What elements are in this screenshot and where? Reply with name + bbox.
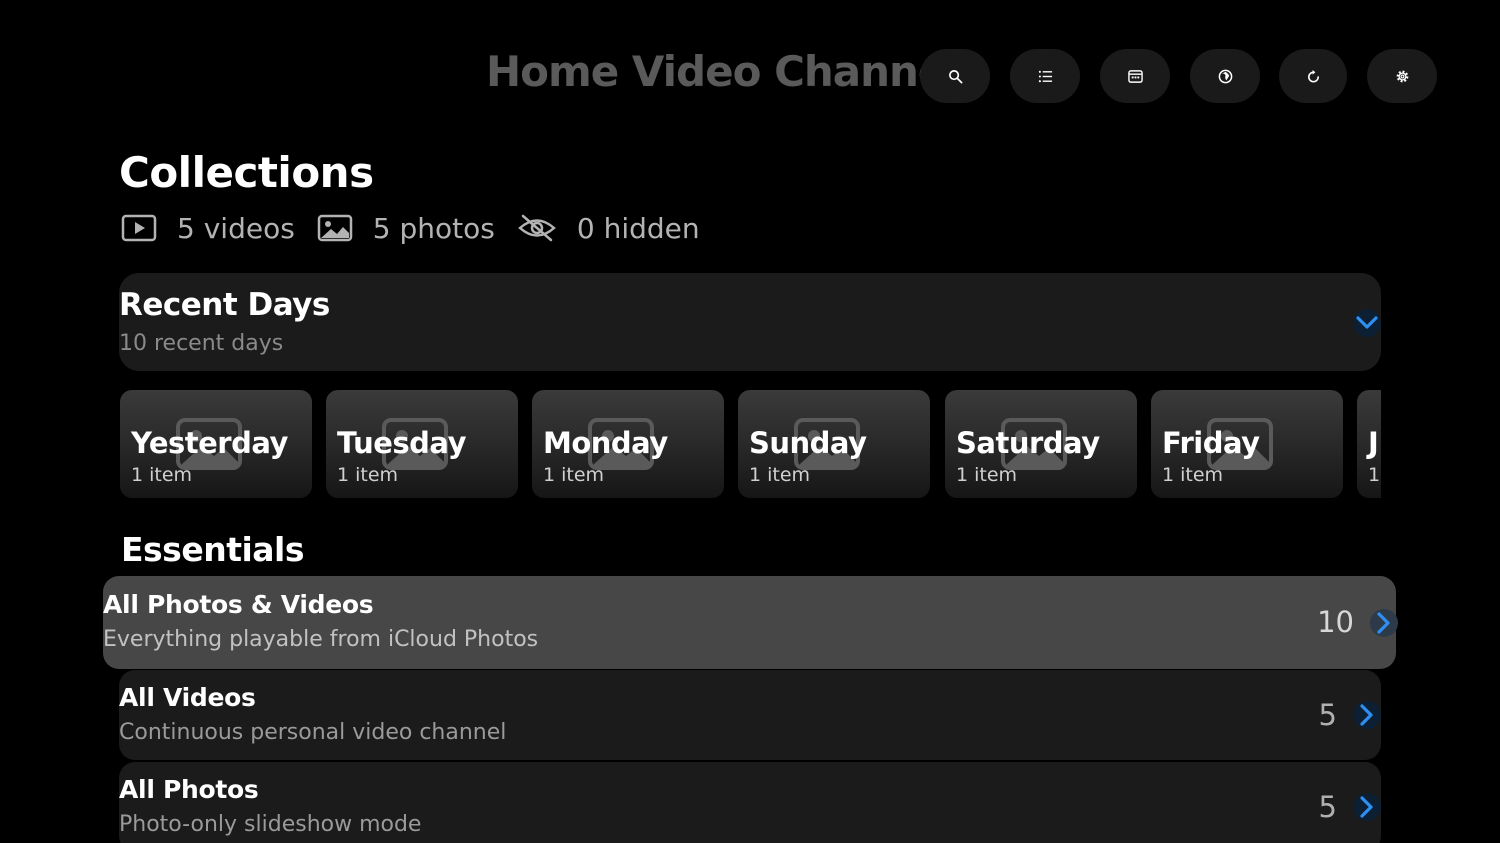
videos-count: 5 videos — [177, 211, 295, 245]
row-title: All Photos — [119, 775, 259, 804]
day-name: J — [1368, 426, 1379, 460]
home-screen: Home Video Channel Collections 5 videos … — [0, 0, 1500, 843]
recent-days-subtitle: 10 recent days — [119, 331, 284, 356]
row-count: 10 — [1317, 605, 1354, 639]
videos-stat: 5 videos — [121, 212, 295, 245]
chevron-down-icon — [1356, 316, 1378, 329]
row-title: All Photos & Videos — [103, 590, 374, 619]
photo-icon — [317, 214, 353, 242]
day-name: Tuesday — [337, 426, 467, 460]
video-icon — [121, 214, 157, 242]
list-icon — [1038, 70, 1052, 82]
eye-slash-icon — [517, 214, 556, 242]
chevron-right-icon — [1377, 612, 1390, 634]
row-chevron — [1370, 609, 1398, 637]
day-item-count: 1 item — [749, 464, 811, 486]
row-count: 5 — [1318, 698, 1337, 732]
day-card-monday[interactable]: Monday 1 item — [532, 390, 724, 498]
row-all-photos[interactable]: All Photos Photo-only slideshow mode 5 — [119, 762, 1381, 843]
calendar-icon — [1127, 69, 1143, 83]
day-item-count: 1 item — [543, 464, 605, 486]
hidden-stat: 0 hidden — [517, 212, 700, 245]
row-subtitle: Everything playable from iCloud Photos — [103, 627, 539, 652]
day-item-count: 1 item — [131, 464, 193, 486]
search-icon — [948, 69, 962, 83]
day-item-count: 1 item — [956, 464, 1018, 486]
day-card-friday[interactable]: Friday 1 item — [1151, 390, 1343, 498]
row-all-videos[interactable]: All Videos Continuous personal video cha… — [119, 670, 1381, 760]
day-item-count: 1 — [1368, 464, 1381, 486]
day-name: Yesterday — [131, 426, 288, 460]
row-subtitle: Continuous personal video channel — [119, 720, 507, 745]
refresh-icon — [1307, 69, 1319, 82]
refresh-button[interactable] — [1279, 49, 1347, 103]
recent-days-title: Recent Days — [119, 287, 330, 323]
globe-button[interactable] — [1190, 49, 1260, 103]
calendar-button[interactable] — [1100, 49, 1170, 103]
app-title: Home Video Channel — [486, 47, 960, 96]
day-item-count: 1 item — [337, 464, 399, 486]
gear-icon — [1396, 70, 1408, 82]
day-card-sunday[interactable]: Sunday 1 item — [738, 390, 930, 498]
row-count: 5 — [1318, 790, 1337, 824]
photos-stat: 5 photos — [317, 212, 495, 245]
day-item-count: 1 item — [1162, 464, 1224, 486]
day-card-partial[interactable]: J 1 — [1357, 390, 1381, 498]
chevron-right-icon — [1360, 704, 1373, 726]
list-button[interactable] — [1010, 49, 1080, 103]
chevron-right-icon — [1360, 796, 1373, 818]
search-button[interactable] — [920, 49, 990, 103]
day-card-tuesday[interactable]: Tuesday 1 item — [326, 390, 518, 498]
day-name: Saturday — [956, 426, 1100, 460]
day-card-yesterday[interactable]: Yesterday 1 item — [120, 390, 312, 498]
row-chevron — [1353, 701, 1381, 729]
recent-days-strip: Yesterday 1 item Tuesday 1 item Monday 1… — [120, 390, 1381, 498]
settings-button[interactable] — [1367, 49, 1437, 103]
recent-days-panel[interactable]: Recent Days 10 recent days — [119, 273, 1381, 371]
day-card-saturday[interactable]: Saturday 1 item — [945, 390, 1137, 498]
expand-button[interactable] — [1353, 309, 1381, 337]
row-subtitle: Photo-only slideshow mode — [119, 812, 422, 837]
row-title: All Videos — [119, 683, 256, 712]
row-all-photos-videos[interactable]: All Photos & Videos Everything playable … — [103, 576, 1398, 669]
collections-title: Collections — [119, 148, 374, 197]
day-name: Sunday — [749, 426, 867, 460]
row-chevron — [1353, 793, 1381, 821]
collection-stats: 5 videos 5 photos 0 hidden — [121, 208, 722, 248]
day-name: Monday — [543, 426, 668, 460]
photos-count: 5 photos — [372, 211, 495, 245]
hidden-count: 0 hidden — [576, 211, 700, 245]
day-name: Friday — [1162, 426, 1260, 460]
globe-icon — [1218, 69, 1232, 83]
essentials-title: Essentials — [121, 530, 305, 569]
